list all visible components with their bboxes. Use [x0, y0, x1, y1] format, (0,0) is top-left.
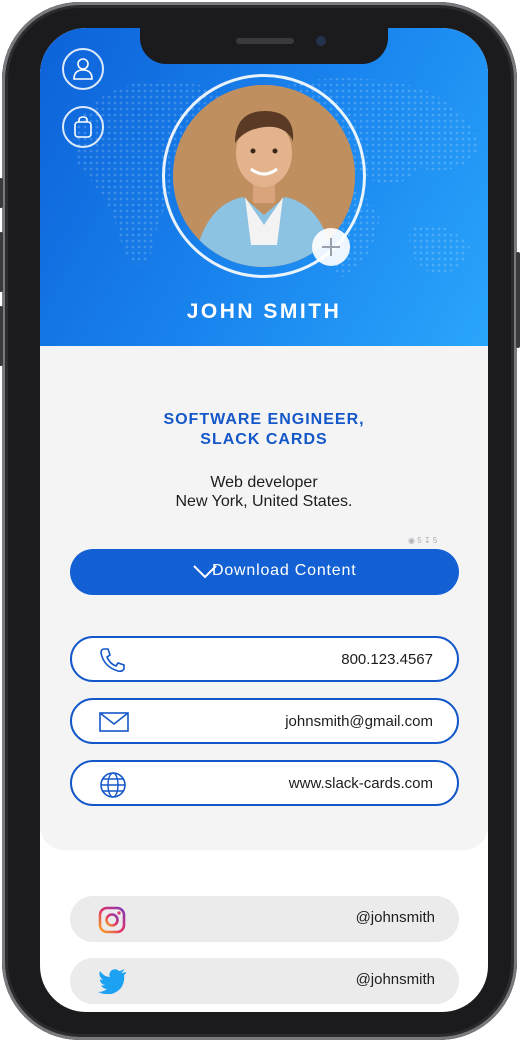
power-button	[516, 252, 520, 348]
job-title-line2: SLACK CARDS	[200, 431, 328, 448]
mail-icon	[99, 712, 129, 732]
twitter-icon	[98, 969, 126, 994]
wallet-button[interactable]	[62, 106, 104, 148]
notch	[140, 28, 388, 64]
profile-header: JOHN SMITH	[40, 28, 488, 346]
website-contact[interactable]: www.slack-cards.com	[70, 760, 459, 806]
profile-name: JOHN SMITH	[186, 300, 342, 323]
instagram-link[interactable]: @johnsmith	[70, 896, 459, 942]
user-icon	[73, 58, 93, 80]
email-address: johnsmith@gmail.com	[285, 713, 433, 730]
job-title-line1: SOFTWARE ENGINEER,	[163, 411, 365, 428]
description-line2: New York, United States.	[175, 493, 353, 510]
card-stats: ◉ 5 ↧ 5	[408, 536, 437, 545]
views-count: 5	[417, 536, 422, 545]
download-content-button[interactable]: Download Content	[70, 549, 459, 595]
phone-number: 800.123.4567	[341, 651, 433, 668]
eye-icon: ◉	[408, 536, 415, 545]
instagram-icon	[98, 906, 126, 934]
description-line1: Web developer	[210, 474, 318, 491]
mute-switch	[0, 178, 3, 208]
profile-button[interactable]	[62, 48, 104, 90]
volume-up-button	[0, 232, 3, 292]
bag-icon	[74, 116, 92, 138]
phone-contact[interactable]: 800.123.4567	[70, 636, 459, 682]
twitter-link[interactable]: @johnsmith	[70, 958, 459, 1004]
email-contact[interactable]: johnsmith@gmail.com	[70, 698, 459, 744]
job-title: SOFTWARE ENGINEER, SLACK CARDS	[40, 410, 488, 450]
twitter-handle: @johnsmith	[355, 971, 435, 988]
downloads-count: 5	[432, 536, 438, 545]
add-photo-button[interactable]	[312, 228, 350, 266]
plus-icon	[322, 238, 340, 256]
download-small-icon: ↧	[423, 536, 431, 545]
instagram-handle: @johnsmith	[355, 909, 435, 926]
front-camera	[316, 36, 326, 46]
download-label: Download Content	[212, 562, 357, 579]
phone-icon	[100, 648, 125, 673]
screen: JOHN SMITH SOFTWARE ENGINEER, SLACK CARD…	[40, 28, 488, 1012]
profile-description: Web developer New York, United States.	[40, 473, 488, 511]
phone-frame: JOHN SMITH SOFTWARE ENGINEER, SLACK CARD…	[0, 2, 520, 1040]
globe-icon	[100, 772, 126, 798]
speaker-grille	[236, 38, 294, 44]
volume-down-button	[0, 306, 3, 366]
website-url: www.slack-cards.com	[288, 775, 433, 792]
